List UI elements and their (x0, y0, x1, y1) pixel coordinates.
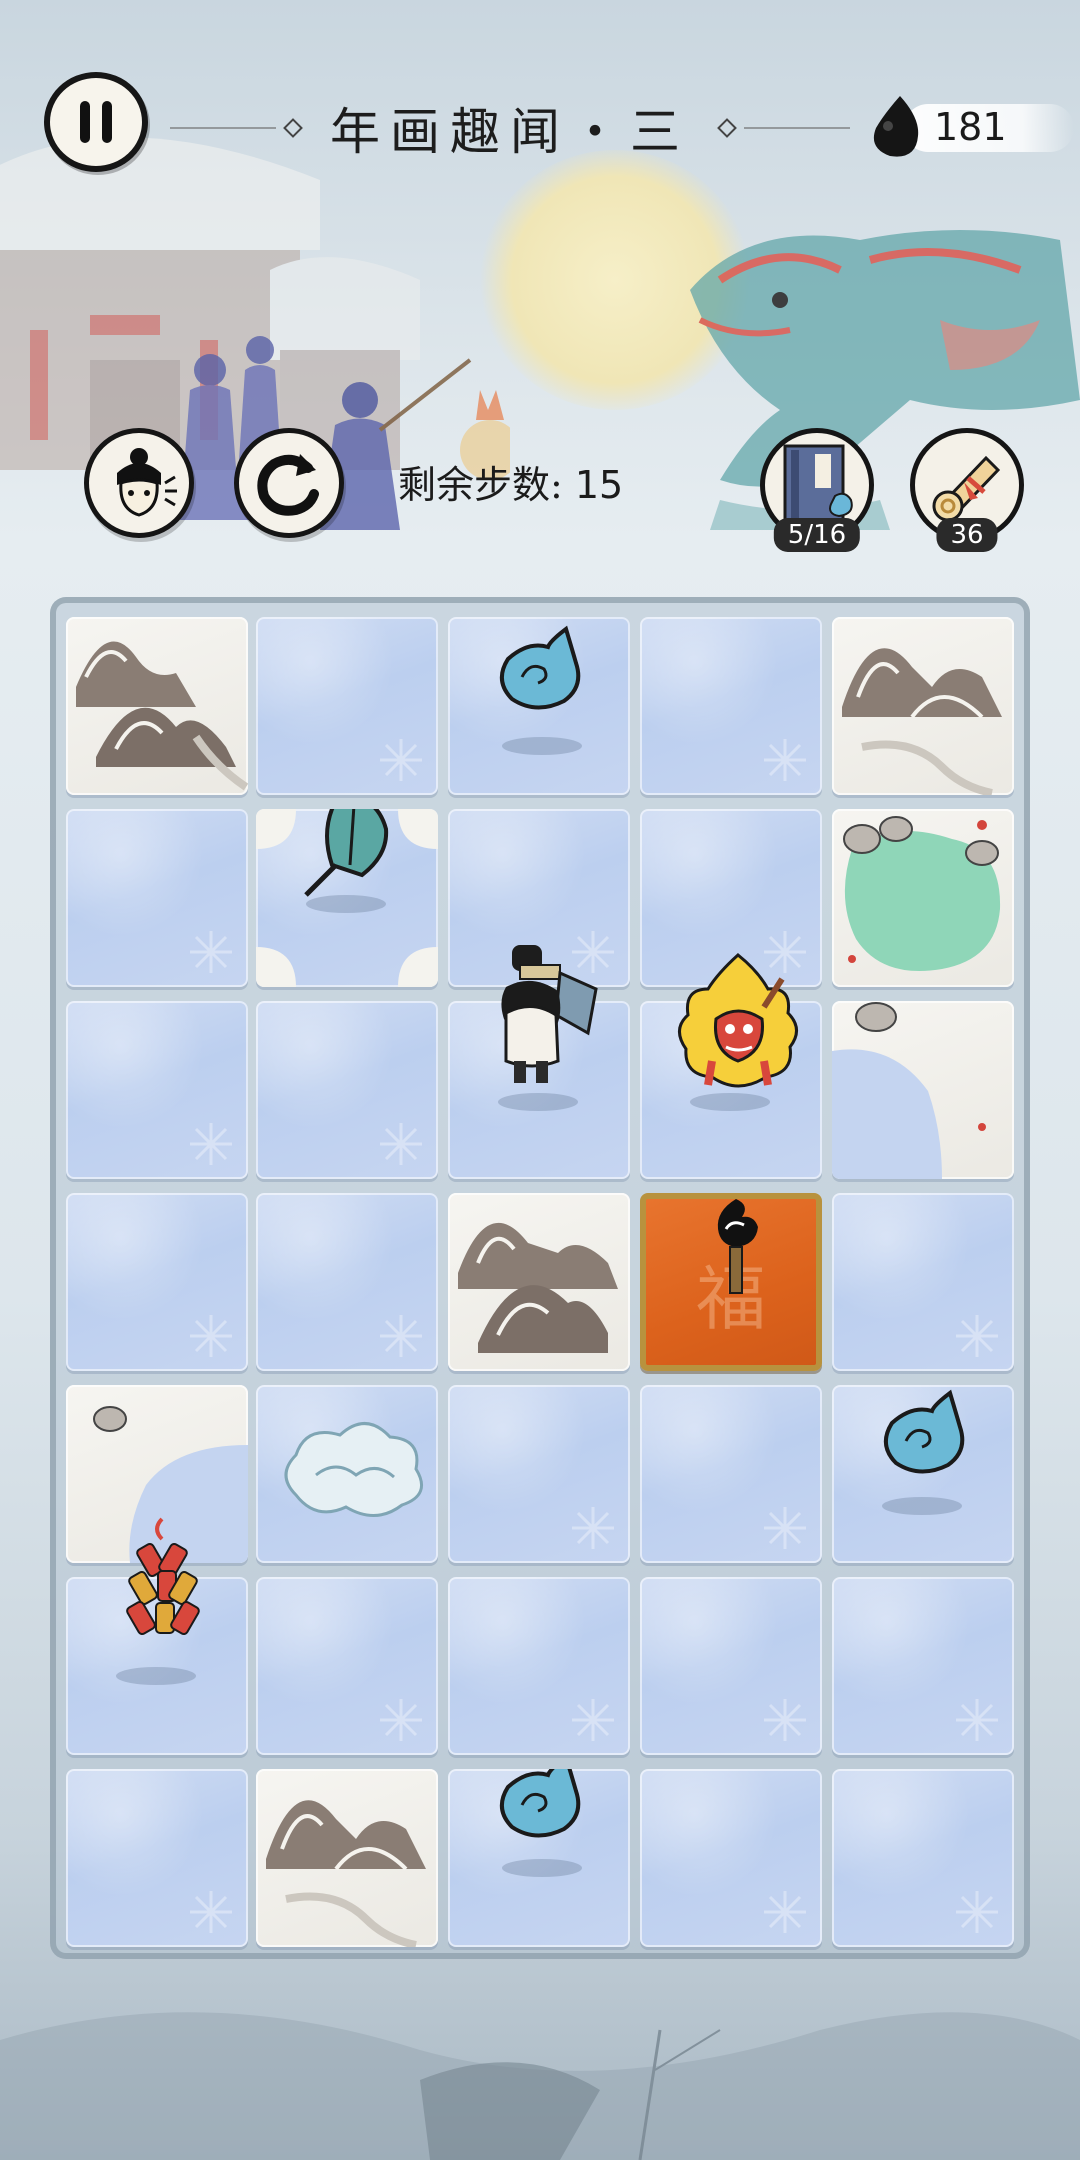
tile-pond-r2c5[interactable] (832, 809, 1014, 987)
tile-ice-r6c5[interactable] (832, 1577, 1014, 1755)
nian-beast-icon[interactable] (668, 949, 808, 1099)
hint-character-button[interactable] (84, 428, 194, 538)
scroll-item-slot[interactable]: 36 (910, 428, 1024, 552)
tile-ice-r7c5[interactable] (832, 1769, 1014, 1947)
tile-ice-r1c4[interactable] (640, 617, 822, 795)
frozen-pond-icon (843, 816, 1001, 971)
tile-fu-goal-r4c4[interactable]: 福 (640, 1193, 822, 1371)
tile-ice-r6c3[interactable] (448, 1577, 630, 1755)
tile-ice-r7c3[interactable] (448, 1769, 630, 1947)
snowflake-icon (764, 1699, 806, 1741)
tile-ice-r2c1[interactable] (66, 809, 248, 987)
player-scholar-icon[interactable] (476, 943, 616, 1103)
tile-ice-r7c1[interactable] (66, 1769, 248, 1947)
tile-ice-r4c5[interactable] (832, 1193, 1014, 1371)
mountain-icon (76, 641, 248, 791)
ink-spirit-icon[interactable] (488, 1769, 588, 1849)
tile-ice-r5c5[interactable] (832, 1385, 1014, 1563)
snowflake-icon (380, 1315, 422, 1357)
snowflake-icon (572, 1507, 614, 1549)
snowflake-icon (380, 1123, 422, 1165)
pause-icon (80, 101, 90, 143)
tile-mountain-r1c1[interactable] (66, 617, 248, 795)
title-divider-left (170, 127, 276, 129)
book-item-slot[interactable]: 5/16 (760, 428, 874, 552)
title-divider-right (744, 127, 850, 129)
ink-spirit-icon[interactable] (872, 1385, 972, 1485)
cloud-icon (284, 1422, 424, 1517)
ink-torch-icon[interactable] (702, 1193, 772, 1309)
tile-ice-r3c1[interactable] (66, 1001, 248, 1179)
snowflake-icon (380, 739, 422, 781)
ink-drop-icon (873, 96, 919, 157)
tile-cloud-r5c2[interactable] (256, 1385, 438, 1563)
palm-leaf-fan-icon[interactable] (292, 809, 402, 905)
snowflake-icon (190, 1123, 232, 1165)
snowflake-icon (956, 1699, 998, 1741)
tile-ice-r4c1[interactable] (66, 1193, 248, 1371)
scroll-count: 36 (936, 518, 998, 552)
snowflake-icon (380, 1699, 422, 1741)
snowflake-icon (190, 1891, 232, 1933)
snowflake-icon (190, 1315, 232, 1357)
tile-ice-r5c4[interactable] (640, 1385, 822, 1563)
title-ornament-left (283, 118, 303, 138)
scholar-face-icon (117, 448, 177, 517)
tile-ice-r6c4[interactable] (640, 1577, 822, 1755)
tile-mountain-r1c5[interactable] (832, 617, 1014, 795)
tile-ice-r1c2[interactable] (256, 617, 438, 795)
ink-currency-counter: 181 (864, 92, 1074, 162)
tile-ice-r6c2[interactable] (256, 1577, 438, 1755)
book-icon (783, 444, 853, 524)
title-ornament-right (717, 118, 737, 138)
snowflake-icon (764, 1891, 806, 1933)
tile-mountain-r7c2[interactable] (256, 1769, 438, 1947)
snow-path-corner-icon (832, 1002, 986, 1179)
tile-ice-r1c3[interactable] (448, 617, 630, 795)
book-count: 5/16 (773, 518, 861, 552)
tile-path-r3c5[interactable] (832, 1001, 1014, 1179)
tile-path-r2c2[interactable] (256, 809, 438, 987)
tile-ice-r4c2[interactable] (256, 1193, 438, 1371)
tile-ice-r3c2[interactable] (256, 1001, 438, 1179)
snowflake-icon (956, 1315, 998, 1357)
firecracker-icon[interactable] (112, 1515, 212, 1655)
level-title-bar: 年画趣闻・三 (170, 88, 850, 168)
mountain-icon (458, 1222, 618, 1353)
undo-icon (257, 454, 319, 516)
undo-button[interactable] (234, 428, 344, 538)
scroll-icon (932, 455, 1001, 522)
snowflake-icon (764, 739, 806, 781)
mountain-icon (842, 648, 1002, 795)
tile-ice-r5c3[interactable] (448, 1385, 630, 1563)
pause-button[interactable] (44, 72, 148, 172)
remaining-steps: 剩余步数: 15 (398, 454, 623, 509)
ink-spirit-icon[interactable] (488, 621, 588, 721)
snowflake-icon (572, 1699, 614, 1741)
ink-count: 181 (934, 105, 1007, 149)
snowflake-icon (764, 1507, 806, 1549)
mountain-icon (266, 1800, 426, 1947)
steps-value: 15 (574, 463, 624, 507)
level-title: 年画趣闻・三 (330, 103, 690, 161)
tile-ice-r7c4[interactable] (640, 1769, 822, 1947)
snowflake-icon (190, 931, 232, 973)
snowflake-icon (956, 1891, 998, 1933)
tile-mountain-r4c3[interactable] (448, 1193, 630, 1371)
puzzle-board: 福 (50, 597, 1030, 1959)
steps-label: 剩余步数: (398, 463, 563, 507)
moon (480, 150, 750, 410)
